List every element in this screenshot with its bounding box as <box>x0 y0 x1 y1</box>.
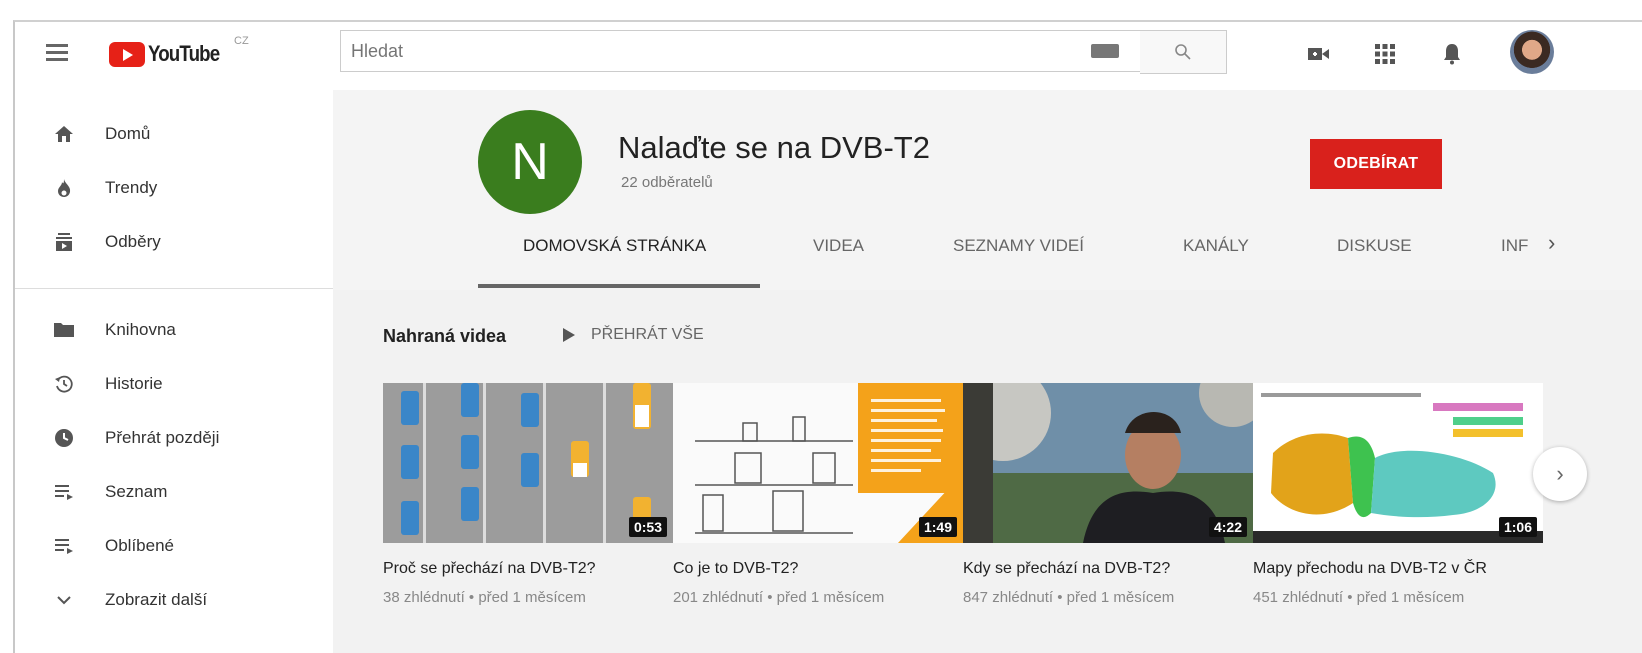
video-duration: 0:53 <box>628 517 667 537</box>
tab-discussion[interactable]: DISKUSE <box>1337 236 1412 256</box>
upload-video-icon[interactable] <box>1305 40 1333 68</box>
subscribe-button[interactable]: ODEBÍRAT <box>1310 139 1442 189</box>
video-card[interactable]: 1:06 Mapy přechodu na DVB-T2 v ČR 451 zh… <box>1253 383 1543 606</box>
video-thumbnail[interactable]: 1:49 <box>673 383 963 543</box>
sidebar-item-label: Přehrát později <box>105 428 220 447</box>
sidebar-item-label: Zobrazit další <box>105 590 208 609</box>
video-meta: 451 zhlédnutí • před 1 měsícem <box>1253 589 1465 606</box>
video-card[interactable]: 0:53 Proč se přechází na DVB-T2? 38 zhlé… <box>383 383 673 606</box>
chevron-right-icon: › <box>1556 461 1564 486</box>
apps-grid-icon[interactable] <box>1371 40 1399 68</box>
sidebar-item-playlist[interactable]: Seznam <box>15 466 333 518</box>
sidebar-item-label: Historie <box>105 374 163 393</box>
subscriber-count: 22 odběratelů <box>621 174 713 191</box>
video-thumbnail[interactable]: 0:53 <box>383 383 673 543</box>
video-title[interactable]: Co je to DVB-T2? <box>673 559 943 579</box>
tab-about[interactable]: INF <box>1501 236 1528 256</box>
sidebar-item-label: Domů <box>105 124 151 143</box>
tab-videos[interactable]: VIDEA <box>813 236 864 256</box>
sidebar-item-label: Knihovna <box>105 320 176 339</box>
sidebar-item-trending[interactable]: Trendy <box>15 162 333 214</box>
active-tab-indicator <box>478 284 760 288</box>
video-thumbnail[interactable]: 1:06 <box>1253 383 1543 543</box>
chevron-right-icon[interactable]: › <box>1548 230 1555 256</box>
sidebar-item-watch-later[interactable]: Přehrát později <box>15 412 333 464</box>
sidebar-item-label: Oblíbené <box>105 536 174 555</box>
video-duration: 1:49 <box>918 517 957 537</box>
play-icon <box>563 328 575 342</box>
channel-header: N Nalaďte se na DVB-T2 22 odběratelů ODE… <box>333 90 1642 290</box>
search-input[interactable] <box>341 31 1091 71</box>
folder-icon <box>51 317 77 343</box>
sidebar-item-label: Seznam <box>105 482 168 501</box>
tab-home[interactable]: DOMOVSKÁ STRÁNKA <box>523 236 706 256</box>
youtube-logo[interactable]: YouTube CZ <box>109 35 249 69</box>
sidebar-item-home[interactable]: Domů <box>15 108 333 160</box>
user-avatar[interactable] <box>1510 30 1554 74</box>
video-meta: 38 zhlédnutí • před 1 měsícem <box>383 589 586 606</box>
sidebar-item-label: Trendy <box>105 178 158 197</box>
sidebar-item-subscriptions[interactable]: Odběry <box>15 216 333 268</box>
carousel-next-button[interactable]: › <box>1533 447 1587 501</box>
history-icon <box>51 371 77 397</box>
sidebar-item-history[interactable]: Historie <box>15 358 333 410</box>
video-duration: 1:06 <box>1498 517 1537 537</box>
play-logo-icon <box>109 41 145 67</box>
tab-channels[interactable]: KANÁLY <box>1183 236 1249 256</box>
browser-frame: YouTube CZ Hledat Domů Trendy Odběry Kni… <box>13 20 1642 653</box>
video-title[interactable]: Kdy se přechází na DVB-T2? <box>963 559 1233 579</box>
country-code: CZ <box>234 35 249 47</box>
playlist-icon <box>51 533 77 559</box>
sidebar-divider <box>15 288 333 289</box>
video-card[interactable]: 4:22 Kdy se přechází na DVB-T2? 847 zhlé… <box>963 383 1253 606</box>
search-icon <box>1175 44 1191 60</box>
main-content: N Nalaďte se na DVB-T2 22 odběratelů ODE… <box>333 90 1642 653</box>
top-bar: YouTube CZ <box>15 22 1642 90</box>
bell-icon[interactable] <box>1438 40 1466 68</box>
sidebar-item-show-more[interactable]: Zobrazit další <box>15 574 333 626</box>
search-box <box>340 30 1142 72</box>
video-meta: 847 zhlédnutí • před 1 měsícem <box>963 589 1175 606</box>
subscriptions-icon <box>51 229 77 255</box>
video-meta: 201 zhlédnutí • před 1 měsícem <box>673 589 885 606</box>
video-duration: 4:22 <box>1208 517 1247 537</box>
sidebar-item-favorites[interactable]: Oblíbené <box>15 520 333 572</box>
search-button[interactable] <box>1140 30 1227 74</box>
sidebar-item-label: Odběry <box>105 232 161 251</box>
clock-icon <box>51 425 77 451</box>
sidebar: Domů Trendy Odběry Knihovna Historie Pře… <box>15 90 333 653</box>
keyboard-icon[interactable] <box>1091 44 1119 58</box>
channel-avatar[interactable]: N <box>478 110 582 214</box>
flame-icon <box>51 175 77 201</box>
menu-icon[interactable] <box>42 40 72 70</box>
play-all-button[interactable]: PŘEHRÁT VŠE <box>563 326 704 344</box>
logo-text: YouTube <box>148 41 220 66</box>
video-title[interactable]: Proč se přechází na DVB-T2? <box>383 559 653 579</box>
video-thumbnail[interactable]: 4:22 <box>963 383 1253 543</box>
channel-name: Nalaďte se na DVB-T2 <box>618 130 930 165</box>
video-card[interactable]: 1:49 Co je to DVB-T2? 201 zhlédnutí • př… <box>673 383 963 606</box>
home-icon <box>51 121 77 147</box>
video-title[interactable]: Mapy přechodu na DVB-T2 v ČR <box>1253 559 1523 579</box>
chevron-down-icon <box>51 587 77 613</box>
tab-playlists[interactable]: SEZNAMY VIDEÍ <box>953 236 1084 256</box>
section-title: Nahraná videa <box>383 326 507 346</box>
playlist-icon <box>51 479 77 505</box>
sidebar-item-library[interactable]: Knihovna <box>15 304 333 356</box>
play-all-label: PŘEHRÁT VŠE <box>591 326 704 343</box>
